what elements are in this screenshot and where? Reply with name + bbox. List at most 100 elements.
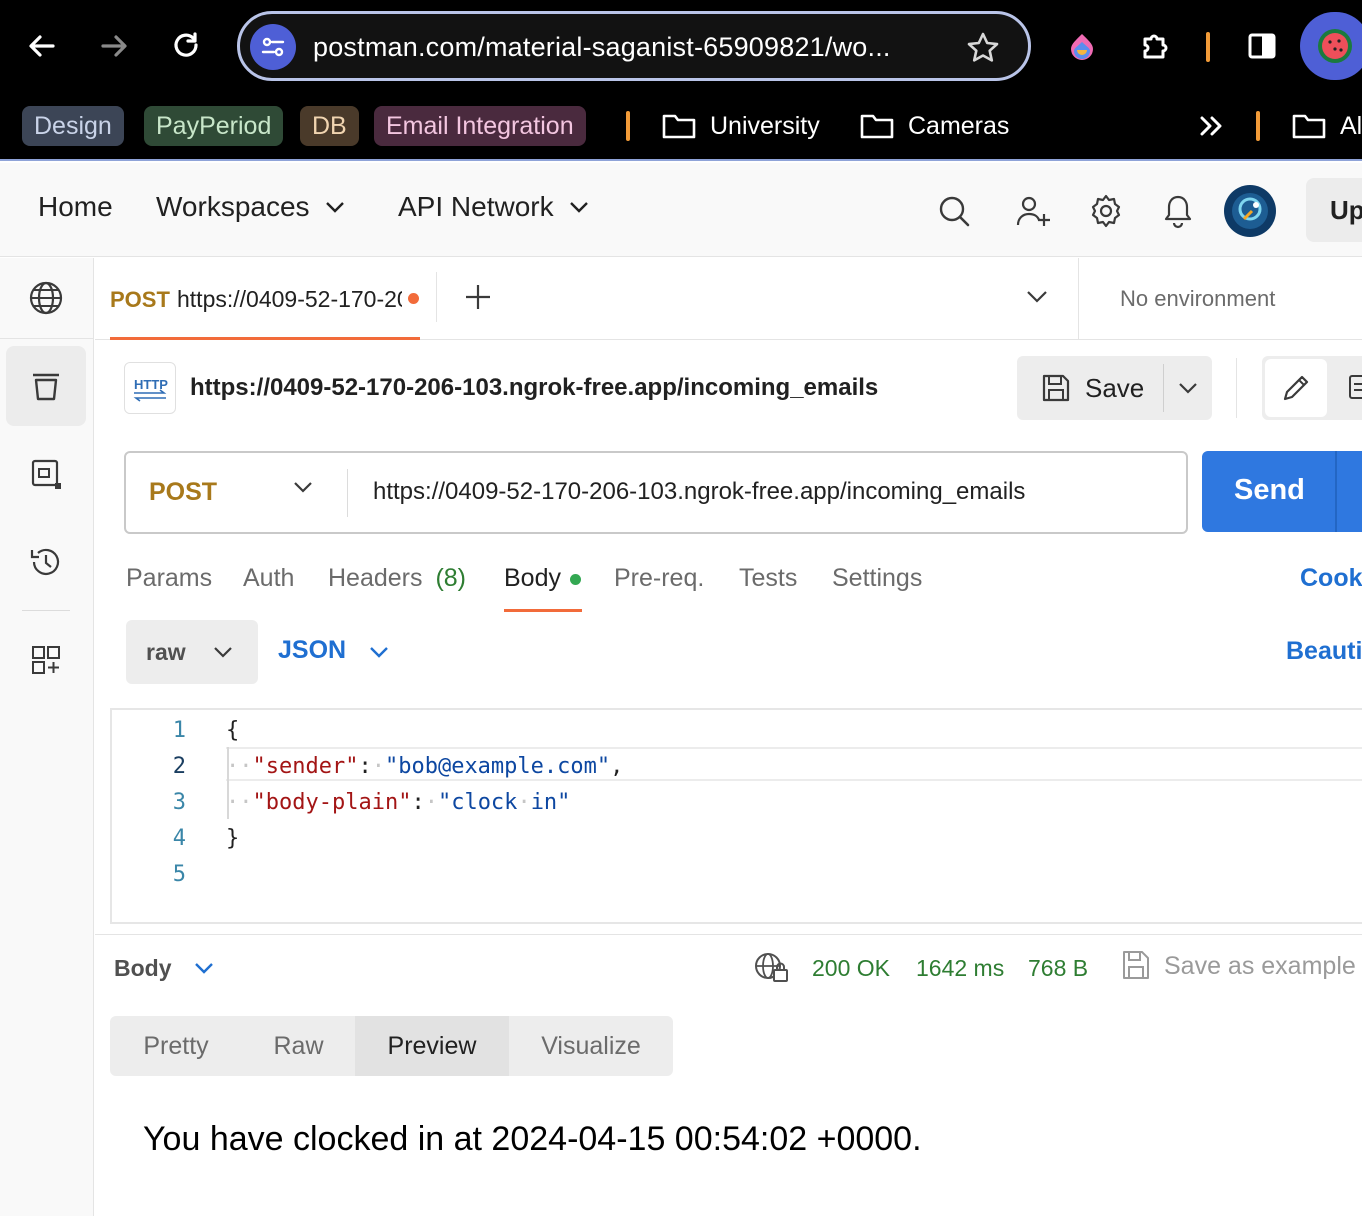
tab-group-email-integration[interactable]: Email Integration — [374, 106, 586, 146]
method-value: POST — [149, 478, 218, 506]
tab-settings[interactable]: Settings — [832, 564, 922, 593]
chevron-down-icon — [212, 645, 234, 659]
folder-icon — [662, 112, 696, 140]
tab-group-payperiod[interactable]: PayPeriod — [144, 106, 284, 146]
bookmark-separator — [626, 111, 630, 141]
nav-workspaces[interactable]: Workspaces — [156, 191, 346, 223]
chevron-down-icon[interactable] — [193, 961, 215, 975]
view-tab-visualize[interactable]: Visualize — [509, 1016, 673, 1076]
url-input[interactable]: https://0409-52-170-206-103.ngrok-free.a… — [373, 478, 1025, 506]
user-avatar[interactable] — [1224, 185, 1276, 237]
environment-selector[interactable]: No environment — [1120, 286, 1275, 312]
body-mode-value: raw — [146, 639, 186, 665]
body-mode-select[interactable]: raw — [126, 620, 258, 684]
add-workbench-icon[interactable] — [6, 620, 86, 700]
open-brace: { — [226, 718, 240, 743]
tab-group-db[interactable]: DB — [300, 106, 359, 146]
invite-user-icon[interactable] — [1014, 191, 1054, 231]
bookmark-star-icon[interactable] — [966, 31, 1000, 65]
back-icon[interactable] — [20, 24, 64, 68]
request-name[interactable]: https://0409-52-170-206-103.ngrok-free.a… — [190, 374, 878, 402]
code-editor[interactable]: 1 2 3 4 5 { ··"sender":·"bob@example.com… — [110, 708, 1362, 924]
collections-trash-icon[interactable] — [6, 346, 86, 426]
save-label: Save — [1085, 372, 1145, 403]
left-sidebar — [0, 258, 94, 1216]
upgrade-button[interactable]: Up — [1306, 178, 1362, 242]
method-select[interactable]: POST — [126, 453, 348, 532]
send-label: Send — [1234, 474, 1305, 506]
bookmark-cameras[interactable]: Cameras — [860, 108, 1009, 144]
tab-title: https://0409-52-170-206-103.ngrok-free.a… — [177, 286, 402, 312]
view-tab-raw[interactable]: Raw — [242, 1016, 355, 1076]
body-language-select[interactable]: JSON — [278, 636, 346, 665]
network-globe-lock-icon[interactable] — [754, 952, 790, 984]
address-text: postman.com/material-saganist-65909821/w… — [313, 32, 891, 62]
notifications-bell-icon[interactable] — [1158, 191, 1198, 231]
status-code[interactable]: 200 OK — [812, 955, 890, 982]
line-number: 3 — [172, 790, 186, 815]
side-panel-icon[interactable] — [1238, 22, 1286, 70]
response-view-tabs: Pretty Raw Preview Visualize — [110, 1016, 673, 1076]
json-value: "bob@example.com" — [384, 754, 611, 779]
tab-headers[interactable]: Headers (8) — [328, 564, 466, 593]
extensions-puzzle-icon[interactable] — [1132, 22, 1180, 70]
browser-chrome: postman.com/material-saganist-65909821/w… — [0, 0, 1362, 161]
json-key: "body-plain" — [252, 790, 412, 815]
response-time[interactable]: 1642 ms — [916, 955, 1004, 982]
bookmark-al[interactable]: Al — [1292, 108, 1362, 144]
nav-api-network-label: API Network — [398, 191, 554, 222]
json-key: "sender" — [252, 754, 359, 779]
line-number: 4 — [172, 826, 186, 851]
beautify-link[interactable]: Beautif — [1286, 637, 1362, 666]
tabs-dropdown-chevron-icon[interactable] — [1025, 288, 1049, 304]
apis-globe-icon[interactable] — [6, 258, 86, 338]
tab-params[interactable]: Params — [126, 564, 212, 593]
response-preview-text: You have clocked in at 2024-04-15 00:54:… — [143, 1120, 922, 1158]
new-tab-plus-icon[interactable] — [463, 282, 493, 312]
response-section-select[interactable]: Body — [114, 955, 172, 982]
send-button[interactable]: Send — [1202, 451, 1362, 532]
history-icon[interactable] — [6, 522, 86, 602]
site-settings-icon[interactable] — [250, 24, 296, 70]
more-bookmarks-icon[interactable] — [1198, 114, 1226, 138]
json-value: "clock — [437, 790, 518, 815]
profile-avatar[interactable] — [1300, 12, 1362, 80]
send-split-divider — [1335, 451, 1337, 532]
view-tab-preview[interactable]: Preview — [355, 1016, 509, 1076]
response-size[interactable]: 768 B — [1028, 955, 1088, 982]
tab-body[interactable]: Body — [504, 564, 561, 593]
view-tab-pretty[interactable]: Pretty — [110, 1016, 242, 1076]
save-button[interactable]: Save — [1017, 356, 1163, 420]
save-as-example-button[interactable]: Save as example — [1164, 952, 1356, 981]
chevron-down-icon[interactable] — [368, 645, 390, 659]
chevron-down-icon — [568, 200, 590, 214]
cookies-link[interactable]: Cook — [1300, 564, 1362, 593]
tab-group-design[interactable]: Design — [22, 106, 124, 146]
reload-icon[interactable] — [164, 24, 208, 68]
extension-palette-icon[interactable] — [1058, 22, 1106, 70]
json-value: in" — [530, 790, 571, 815]
tab-auth[interactable]: Auth — [243, 564, 294, 593]
bookmark-university[interactable]: University — [662, 108, 820, 144]
save-dropdown-chevron-icon[interactable] — [1164, 356, 1212, 420]
body-active-dot — [570, 574, 581, 585]
tab-prereq[interactable]: Pre-req. — [614, 564, 704, 593]
view-mode-group — [1262, 356, 1362, 420]
forward-icon[interactable] — [92, 24, 136, 68]
nav-api-network[interactable]: API Network — [398, 191, 590, 223]
tab-tests[interactable]: Tests — [739, 564, 797, 593]
active-tab-underline — [504, 609, 582, 612]
request-tab[interactable]: POST https://0409-52-170-206-103.ngrok-f… — [110, 258, 420, 340]
gear-icon[interactable] — [1086, 191, 1126, 231]
bookmark-separator — [1256, 111, 1260, 141]
folder-icon — [860, 112, 894, 140]
edit-pencil-icon[interactable] — [1265, 359, 1327, 417]
request-tabs-bar: POST https://0409-52-170-206-103.ngrok-f… — [95, 258, 1362, 340]
nav-home[interactable]: Home — [38, 191, 113, 223]
svg-text:HTTP: HTTP — [134, 377, 168, 392]
docs-icon[interactable] — [1348, 374, 1362, 402]
search-icon[interactable] — [934, 191, 974, 231]
address-bar[interactable]: postman.com/material-saganist-65909821/w… — [237, 11, 1031, 81]
environments-icon[interactable] — [6, 434, 86, 514]
toolbar-divider — [1236, 358, 1237, 418]
